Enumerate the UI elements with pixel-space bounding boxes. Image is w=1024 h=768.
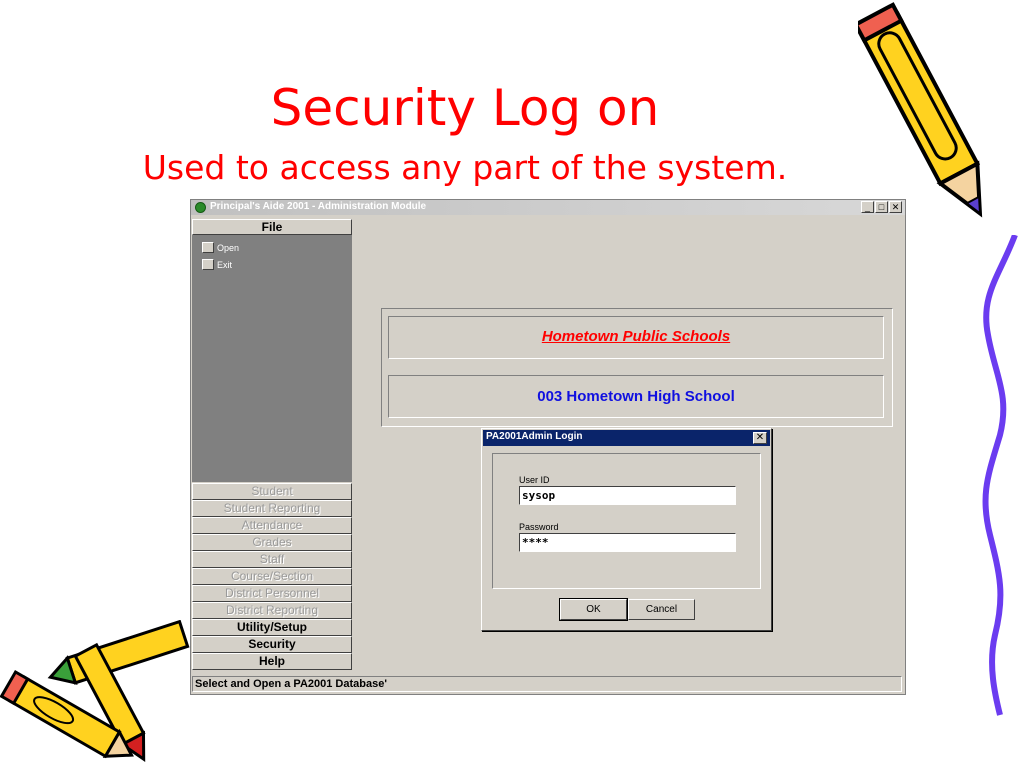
file-panel: Open Exit <box>192 235 352 482</box>
file-item-exit[interactable]: Exit <box>202 259 232 270</box>
nav-district-reporting[interactable]: District Reporting <box>192 602 352 619</box>
login-dialog: PA2001Admin Login ✕ User ID sysop Passwo… <box>481 428 772 631</box>
file-item-label: Exit <box>217 259 233 270</box>
credentials-group <box>492 453 761 589</box>
file-menu-header[interactable]: File <box>192 219 352 235</box>
dialog-close-icon[interactable]: ✕ <box>753 432 767 444</box>
sidebar: File Open Exit Student Student Reporting… <box>192 216 354 673</box>
minimize-button[interactable]: _ <box>861 201 874 213</box>
ok-button[interactable]: OK <box>559 598 628 621</box>
login-dialog-title: PA2001Admin Login <box>486 431 583 442</box>
nav-security[interactable]: Security <box>192 636 352 653</box>
password-field[interactable]: **** <box>519 533 736 552</box>
nav-help[interactable]: Help <box>192 653 352 670</box>
user-id-field[interactable]: sysop <box>519 486 736 505</box>
nav-grades[interactable]: Grades <box>192 534 352 551</box>
maximize-button[interactable]: □ <box>875 201 888 213</box>
organization-name: Hometown Public Schools <box>388 316 884 359</box>
slide-title: Security Log on <box>270 79 660 137</box>
app-globe-icon <box>195 202 206 213</box>
close-button[interactable]: ✕ <box>889 201 902 213</box>
user-id-label: User ID <box>519 475 550 485</box>
nav-utility-setup[interactable]: Utility/Setup <box>192 619 352 636</box>
cancel-button[interactable]: Cancel <box>628 599 695 620</box>
nav-student[interactable]: Student <box>192 483 352 500</box>
window-titlebar[interactable]: Principal's Aide 2001 - Administration M… <box>191 200 905 215</box>
password-label: Password <box>519 522 559 532</box>
file-item-label: Open <box>217 242 240 253</box>
open-button-icon[interactable] <box>202 242 214 253</box>
nav-student-reporting[interactable]: Student Reporting <box>192 500 352 517</box>
crayons-clipart <box>0 620 190 762</box>
school-name: 003 Hometown High School <box>388 375 884 418</box>
window-title: Principal's Aide 2001 - Administration M… <box>210 201 427 212</box>
nav-staff[interactable]: Staff <box>192 551 352 568</box>
exit-button-icon[interactable] <box>202 259 214 270</box>
status-bar: Select and Open a PA2001 Database' <box>192 676 902 692</box>
module-nav: Student Student Reporting Attendance Gra… <box>192 483 352 670</box>
nav-district-personnel[interactable]: District Personnel <box>192 585 352 602</box>
app-window: Principal's Aide 2001 - Administration M… <box>190 199 906 695</box>
slide-subtitle: Used to access any part of the system. <box>142 148 788 187</box>
file-item-open[interactable]: Open <box>202 242 239 253</box>
login-dialog-titlebar[interactable]: PA2001Admin Login ✕ <box>483 430 770 446</box>
squiggle-line <box>982 235 1018 716</box>
nav-attendance[interactable]: Attendance <box>192 517 352 534</box>
nav-course-section[interactable]: Course/Section <box>192 568 352 585</box>
